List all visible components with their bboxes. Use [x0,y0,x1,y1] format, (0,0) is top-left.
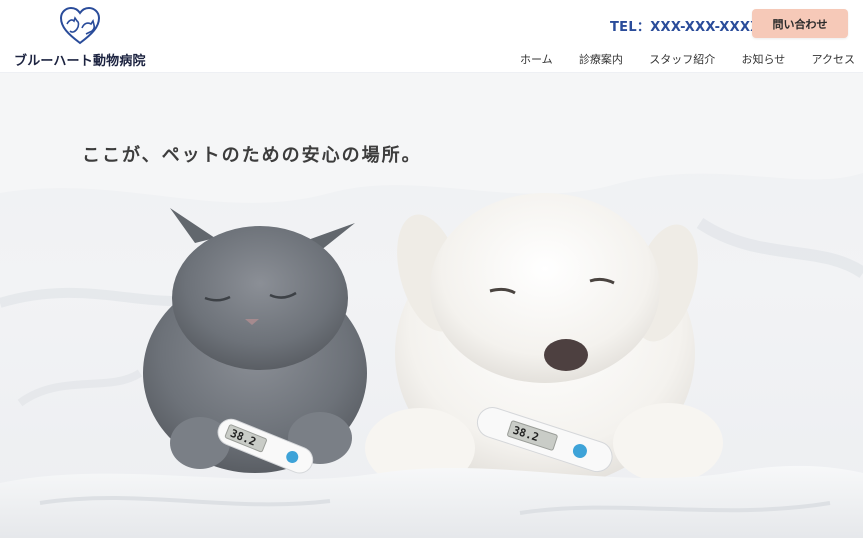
nav-item-staff[interactable]: スタッフ紹介 [649,51,715,67]
nav-item-news[interactable]: お知らせ [741,51,785,67]
hero-section: 38.2 38.2 ここが、ペットのための安心の場所。 [0,73,863,538]
heart-pet-logo-icon [59,6,101,45]
nav-item-access[interactable]: アクセス [812,51,855,67]
nav-item-home[interactable]: ホーム [520,51,553,67]
site-name: ブルーハート動物病院 [14,54,146,69]
contact-button[interactable]: 問い合わせ [752,9,848,38]
hero-tagline: ここが、ペットのための安心の場所。 [82,145,422,166]
phone-number[interactable]: TEL：XXX-XXX-XXXX [610,16,761,35]
logo-link[interactable]: ブルーハート動物病院 [14,6,149,70]
nav-item-services[interactable]: 診療案内 [579,51,623,67]
main-nav: ホーム 診療案内 スタッフ紹介 お知らせ アクセス [520,51,855,67]
site-header: ブルーハート動物病院 TEL：XXX-XXX-XXXX 問い合わせ ホーム 診療… [0,0,863,73]
